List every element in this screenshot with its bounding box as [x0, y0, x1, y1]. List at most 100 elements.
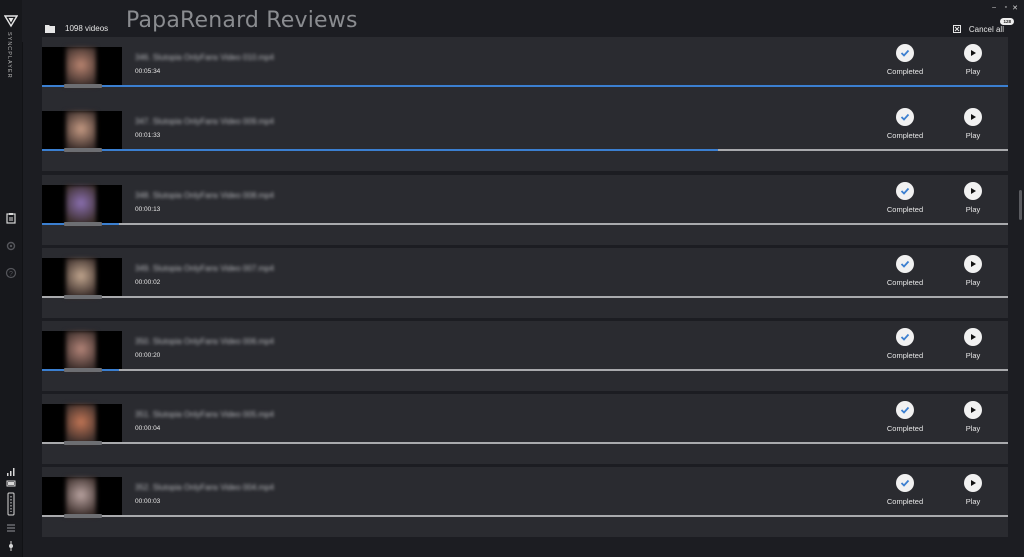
play-icon [964, 255, 982, 273]
video-title: 346. Slutopia OnlyFans Video 010.mp4 [135, 53, 275, 62]
download-status: Completed [880, 108, 930, 140]
side-rail: SYNCPLAYER ? [0, 0, 23, 557]
watermark-text: PapaRenard Reviews [126, 8, 358, 33]
help-icon[interactable]: ? [5, 267, 17, 279]
check-circle-icon [896, 328, 914, 346]
list-item[interactable]: 348. Slutopia OnlyFans Video 008.mp4 00:… [42, 175, 1008, 245]
video-thumbnail[interactable] [42, 331, 122, 371]
volume-slider-icon[interactable] [5, 540, 17, 552]
video-title: 347. Slutopia OnlyFans Video 009.mp4 [135, 117, 275, 126]
play-button[interactable]: Play [957, 474, 989, 506]
video-thumbnail[interactable] [42, 477, 122, 517]
video-title: 351. Slutopia OnlyFans Video 005.mp4 [135, 410, 275, 419]
progress-handle[interactable] [64, 222, 102, 226]
cancel-all-label: Cancel all [968, 24, 1004, 34]
play-label: Play [965, 351, 981, 360]
progress-bar[interactable] [42, 441, 1008, 445]
play-button[interactable]: Play [957, 401, 989, 433]
video-title: 349. Slutopia OnlyFans Video 007.mp4 [135, 264, 275, 273]
list-item[interactable]: 347. Slutopia OnlyFans Video 009.mp4 00:… [42, 101, 1008, 171]
battery-icon [6, 480, 16, 487]
check-circle-icon [896, 474, 914, 492]
clipboard-icon[interactable] [5, 212, 17, 224]
play-icon [964, 328, 982, 346]
thumbnail-image [66, 185, 96, 225]
status-label: Completed [886, 131, 924, 140]
thumbnail-image [66, 258, 96, 298]
device-phone-icon[interactable] [5, 492, 17, 516]
list-item[interactable]: 352. Slutopia OnlyFans Video 004.mp4 00:… [42, 467, 1008, 537]
status-label: Completed [886, 497, 924, 506]
folder-icon[interactable] [45, 24, 55, 33]
list-item[interactable]: 350. Slutopia OnlyFans Video 006.mp4 00:… [42, 321, 1008, 391]
svg-text:?: ? [9, 271, 13, 278]
progress-bar[interactable] [42, 514, 1008, 518]
play-label: Play [965, 205, 981, 214]
video-duration: 00:00:03 [135, 498, 161, 505]
cancel-all-icon [952, 25, 961, 33]
progress-bar[interactable] [42, 295, 1008, 299]
close-icon[interactable]: ✕ [1012, 4, 1018, 12]
progress-handle[interactable] [64, 368, 102, 372]
video-duration: 00:00:20 [135, 352, 161, 359]
video-thumbnail[interactable] [42, 258, 122, 298]
progress-handle[interactable] [64, 295, 102, 299]
list-item[interactable]: 346. Slutopia OnlyFans Video 010.mp4 00:… [42, 37, 1008, 107]
progress-bar[interactable] [42, 84, 1008, 88]
play-button[interactable]: Play [957, 182, 989, 214]
scrollbar[interactable] [1019, 190, 1022, 220]
layers-icon[interactable] [5, 522, 17, 534]
video-duration: 00:00:02 [135, 279, 161, 286]
play-icon [964, 401, 982, 419]
progress-handle[interactable] [64, 148, 102, 152]
maximize-icon[interactable]: ▫ [1005, 4, 1007, 11]
status-label: Completed [886, 67, 924, 76]
status-label: Completed [886, 278, 924, 287]
progress-bar[interactable] [42, 148, 1008, 152]
top-bar: 1098 videos PapaRenard Reviews Cancel al… [22, 0, 1024, 42]
download-status: Completed [880, 44, 930, 76]
play-button[interactable]: Play [957, 255, 989, 287]
video-thumbnail[interactable] [42, 404, 122, 444]
play-icon [964, 108, 982, 126]
download-status: Completed [880, 255, 930, 287]
video-duration: 00:01:33 [135, 132, 161, 139]
play-button[interactable]: Play [957, 44, 989, 76]
gear-icon[interactable] [5, 240, 17, 252]
play-label: Play [965, 131, 981, 140]
play-button[interactable]: Play [957, 328, 989, 360]
progress-fill [42, 85, 1008, 87]
video-thumbnail[interactable] [42, 185, 122, 225]
signal-icon[interactable] [5, 465, 17, 477]
thumbnail-image [66, 477, 96, 517]
progress-fill [42, 149, 718, 151]
video-thumbnail[interactable] [42, 47, 122, 87]
list-item[interactable]: 349. Slutopia OnlyFans Video 007.mp4 00:… [42, 248, 1008, 318]
video-duration: 00:00:13 [135, 206, 161, 213]
play-button[interactable]: Play [957, 108, 989, 140]
status-label: Completed [886, 351, 924, 360]
brand-name: SYNCPLAYER [6, 32, 12, 79]
check-circle-icon [896, 182, 914, 200]
progress-bar[interactable] [42, 368, 1008, 372]
cancel-all-button[interactable]: Cancel all [952, 23, 1004, 35]
app-logo-icon [4, 15, 18, 28]
video-title: 348. Slutopia OnlyFans Video 008.mp4 [135, 191, 275, 200]
progress-bar[interactable] [42, 222, 1008, 226]
progress-handle[interactable] [64, 441, 102, 445]
thumbnail-image [66, 331, 96, 371]
minimize-icon[interactable]: – [992, 4, 996, 11]
download-status: Completed [880, 401, 930, 433]
progress-handle[interactable] [64, 84, 102, 88]
video-thumbnail[interactable] [42, 111, 122, 151]
check-circle-icon [896, 255, 914, 273]
progress-handle[interactable] [64, 514, 102, 518]
video-duration: 00:00:04 [135, 425, 161, 432]
play-icon [964, 44, 982, 62]
download-status: Completed [880, 328, 930, 360]
thumbnail-image [66, 47, 96, 87]
list-item[interactable]: 351. Slutopia OnlyFans Video 005.mp4 00:… [42, 394, 1008, 464]
play-label: Play [965, 67, 981, 76]
notification-badge: 128 [1000, 18, 1014, 25]
play-label: Play [965, 424, 981, 433]
